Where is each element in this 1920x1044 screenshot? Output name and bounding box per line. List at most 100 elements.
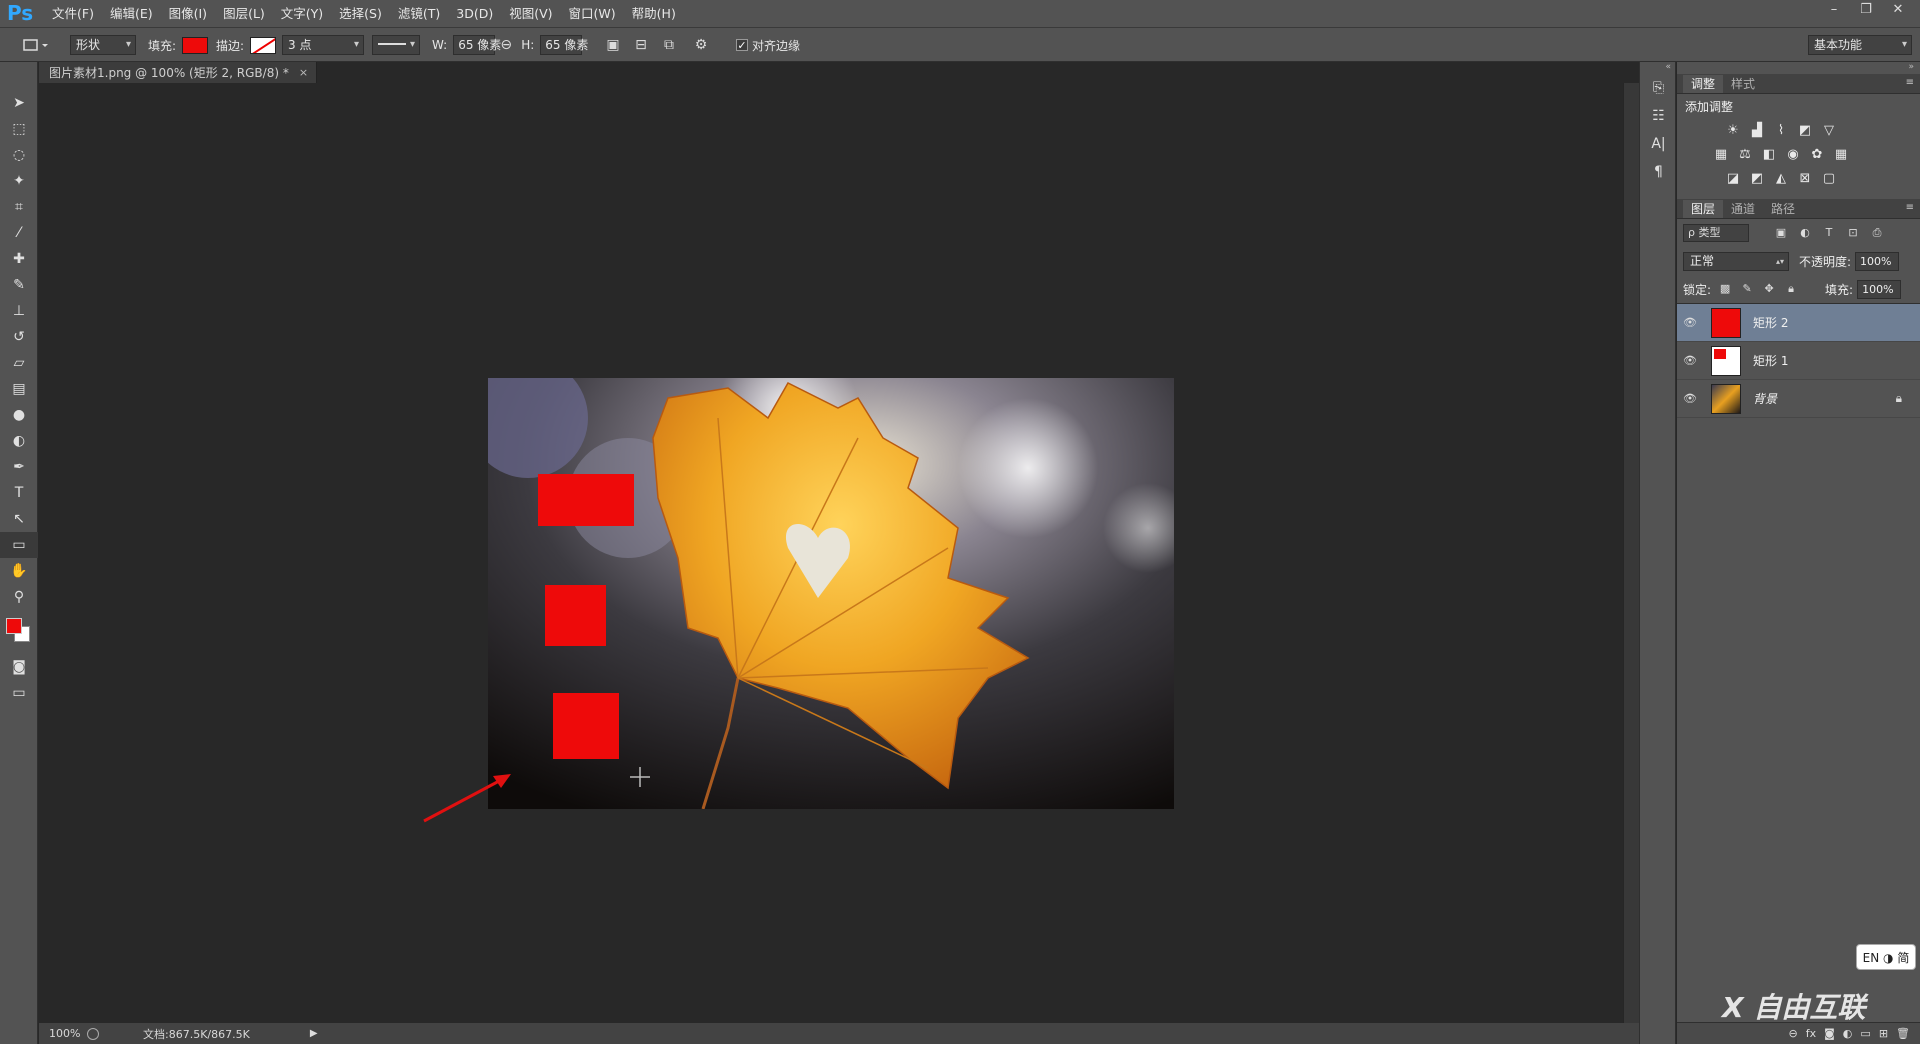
channel-mixer-icon[interactable]: ✿: [1809, 147, 1825, 163]
height-input[interactable]: 65 像素: [540, 35, 588, 55]
smart-object-filter-icon[interactable]: ⎙: [1869, 225, 1885, 241]
history-panel-icon[interactable]: ⎘: [1640, 74, 1677, 102]
visibility-eye-icon[interactable]: 👁︎: [1677, 392, 1703, 405]
menu-window[interactable]: 窗口(W): [561, 0, 624, 28]
menu-view[interactable]: 视图(V): [501, 0, 560, 28]
eraser-tool-icon[interactable]: ▱: [0, 350, 38, 376]
close-icon[interactable]: ×: [299, 66, 308, 79]
gear-icon[interactable]: ⚙: [690, 34, 712, 56]
quick-mask-icon[interactable]: ◙: [0, 654, 38, 680]
layer-name[interactable]: 矩形 1: [1753, 352, 1788, 369]
menu-filter[interactable]: 滤镜(T): [390, 0, 448, 28]
rectangle-3-shape[interactable]: [553, 693, 619, 759]
shape-filter-icon[interactable]: ⊡: [1845, 225, 1861, 241]
lasso-tool-icon[interactable]: ◌: [0, 142, 38, 168]
color-balance-icon[interactable]: ⚖: [1737, 147, 1753, 163]
menu-3d[interactable]: 3D(D): [448, 0, 501, 28]
document-tab[interactable]: 图片素材1.png @ 100% (矩形 2, RGB/8) * ×: [39, 62, 318, 83]
layer-name[interactable]: 矩形 2: [1753, 314, 1788, 331]
visibility-eye-icon[interactable]: 👁︎: [1677, 316, 1703, 329]
ime-indicator[interactable]: EN ◑ 简: [1856, 944, 1916, 970]
align-edges-checkbox[interactable]: ✓: [736, 39, 748, 51]
link-layers-icon[interactable]: ⊖: [1789, 1027, 1798, 1040]
lock-position-icon[interactable]: ✥: [1761, 281, 1777, 297]
black-white-icon[interactable]: ◧: [1761, 147, 1777, 163]
menu-image[interactable]: 图像(I): [161, 0, 215, 28]
fx-icon[interactable]: fx: [1806, 1027, 1816, 1040]
marquee-tool-icon[interactable]: ⬚: [0, 116, 38, 142]
crop-tool-icon[interactable]: ⌗: [0, 194, 38, 220]
canvas[interactable]: [39, 83, 1639, 1023]
path-arrangement-icon[interactable]: ⧉: [658, 34, 680, 56]
pixel-filter-icon[interactable]: ▣: [1773, 225, 1789, 241]
exposure-icon[interactable]: ◩: [1797, 123, 1813, 139]
gradient-map-icon[interactable]: ⊠: [1797, 171, 1813, 187]
layer-row[interactable]: 👁︎ 背景 🔒︎: [1677, 380, 1920, 418]
rectangle-2-shape[interactable]: [545, 585, 606, 646]
menu-file[interactable]: 文件(F): [44, 0, 102, 28]
trash-icon[interactable]: 🗑︎: [1896, 1027, 1910, 1040]
zoom-level[interactable]: 100%: [39, 1027, 80, 1040]
hand-tool-icon[interactable]: ✋: [0, 558, 38, 584]
threshold-icon[interactable]: ◭: [1773, 171, 1789, 187]
path-alignment-icon[interactable]: ⊟: [630, 34, 652, 56]
fill-opacity-input[interactable]: 100%: [1857, 279, 1902, 299]
menu-edit[interactable]: 编辑(E): [102, 0, 161, 28]
zoom-tool-icon[interactable]: ⚲: [0, 584, 38, 610]
hue-saturation-icon[interactable]: ▦: [1713, 147, 1729, 163]
close-button[interactable]: ✕: [1884, 0, 1912, 20]
info-icon[interactable]: [87, 1027, 99, 1040]
layer-row[interactable]: 👁︎ 矩形 2: [1677, 304, 1920, 342]
width-input[interactable]: 65 像素: [453, 35, 501, 55]
rectangle-1-shape[interactable]: [538, 474, 634, 526]
brightness-icon[interactable]: ☀: [1725, 123, 1741, 139]
path-operations-icon[interactable]: ▣: [602, 34, 624, 56]
tab-layers[interactable]: 图层: [1683, 200, 1724, 218]
layer-row[interactable]: 👁︎ 矩形 1: [1677, 342, 1920, 380]
opacity-input[interactable]: 100%: [1855, 251, 1900, 271]
vertical-scrollbar[interactable]: [1623, 83, 1639, 1023]
tool-preset-picker[interactable]: [20, 34, 50, 56]
rectangle-tool-icon[interactable]: ▭: [0, 532, 38, 558]
collapse-icon[interactable]: «: [1640, 62, 1675, 74]
healing-brush-tool-icon[interactable]: ✚: [0, 246, 38, 272]
adjustment-filter-icon[interactable]: ◐: [1797, 225, 1813, 241]
posterize-icon[interactable]: ◩: [1749, 171, 1765, 187]
gradient-tool-icon[interactable]: ▤: [0, 376, 38, 402]
type-filter-icon[interactable]: T: [1821, 225, 1837, 241]
dodge-tool-icon[interactable]: ◐: [0, 428, 38, 454]
character-panel-icon[interactable]: A|: [1640, 130, 1677, 158]
photo-filter-icon[interactable]: ◉: [1785, 147, 1801, 163]
foreground-color-swatch[interactable]: [6, 618, 22, 634]
link-icon[interactable]: ⊖: [495, 34, 517, 56]
lock-transparency-icon[interactable]: ▩: [1717, 281, 1733, 297]
document-image[interactable]: [488, 378, 1174, 809]
type-tool-icon[interactable]: T: [0, 480, 38, 506]
eyedropper-tool-icon[interactable]: ⁄: [0, 220, 38, 246]
blur-tool-icon[interactable]: ●: [0, 402, 38, 428]
workspace-select[interactable]: 基本功能: [1808, 35, 1912, 55]
play-arrow-icon[interactable]: ▶: [310, 1028, 318, 1039]
move-tool-icon[interactable]: ➤: [0, 90, 38, 116]
lock-pixels-icon[interactable]: ✎: [1739, 281, 1755, 297]
fill-color-swatch[interactable]: [182, 36, 209, 54]
screen-mode-icon[interactable]: ▭: [0, 680, 38, 706]
tab-paths[interactable]: 路径: [1763, 200, 1803, 218]
restore-button[interactable]: ❐: [1852, 0, 1880, 20]
invert-icon[interactable]: ◪: [1725, 171, 1741, 187]
minimize-button[interactable]: –: [1820, 0, 1848, 20]
new-layer-icon[interactable]: ⊞: [1879, 1027, 1888, 1040]
adjustment-layer-icon[interactable]: ◐: [1843, 1027, 1853, 1040]
shape-mode-select[interactable]: 形状: [70, 35, 136, 55]
layer-name[interactable]: 背景: [1753, 390, 1777, 407]
properties-panel-icon[interactable]: ☷: [1640, 102, 1677, 130]
layer-filter-select[interactable]: ρ 类型: [1683, 224, 1749, 242]
stroke-type-select[interactable]: [372, 35, 420, 55]
levels-icon[interactable]: ▟: [1749, 123, 1765, 139]
group-icon[interactable]: ▭: [1860, 1027, 1870, 1040]
vibrance-icon[interactable]: ▽: [1821, 123, 1837, 139]
magic-wand-tool-icon[interactable]: ✦: [0, 168, 38, 194]
visibility-eye-icon[interactable]: 👁︎: [1677, 354, 1703, 367]
history-brush-tool-icon[interactable]: ↺: [0, 324, 38, 350]
lock-all-icon[interactable]: 🔒︎: [1783, 281, 1799, 297]
